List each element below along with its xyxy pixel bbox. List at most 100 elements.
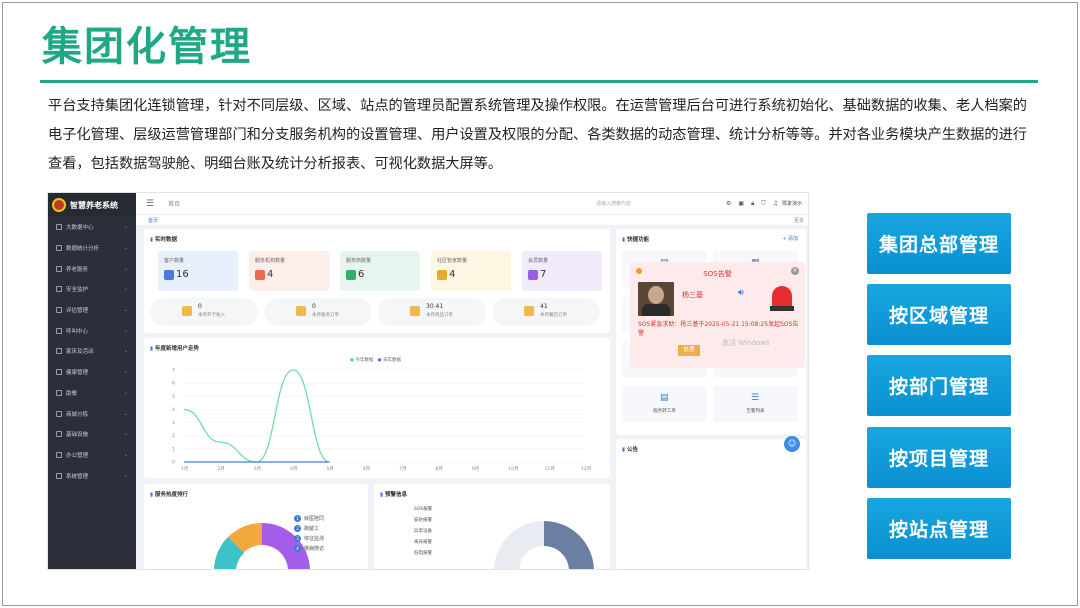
top-bar: ☰ 首页 请输入搜索内容 ⚙ ▣ 🔒︎ ⛉ ♫ ⛶ 陈家演示 <box>136 193 808 215</box>
sidebar-item-label: 养老服务 <box>66 266 89 273</box>
x-tick-label: 3月 <box>254 466 261 472</box>
settings-icon[interactable]: ⚙ <box>726 200 731 208</box>
management-mode-button[interactable]: 按站点管理 <box>867 497 1011 559</box>
stat-tile[interactable]: 客户数量 16 <box>158 251 238 291</box>
stat-value: 4 <box>267 269 274 280</box>
stat-icon <box>528 270 538 280</box>
chevron-down-icon: ⌄ <box>123 348 128 355</box>
sidebar-item[interactable]: 商城分拣 ⌄ <box>48 403 136 424</box>
sidebar-item-label: 大数据中心 <box>66 225 94 232</box>
stat-icon <box>437 270 447 280</box>
handle-button[interactable]: 处理 <box>678 345 700 356</box>
rank-badge: 4 <box>294 545 301 552</box>
chevron-down-icon: ⌄ <box>123 389 128 396</box>
donut-slice <box>544 521 594 569</box>
hot-legend-label: 跑腿工 <box>304 526 320 532</box>
chevron-down-icon: ⌄ <box>123 224 128 231</box>
trend-chart: 0 1 2 3 4 5 6 7 1月 2月 3月 4月 5月 6月 7月 8月 9月 10月 11月 12月 <box>172 368 591 473</box>
hot-legend-item: 2 跑腿工 <box>294 524 324 534</box>
management-mode-button[interactable]: 按项目管理 <box>867 426 1011 488</box>
stat-value: 7 <box>540 269 547 280</box>
rank-badge: 2 <box>294 525 301 532</box>
stat-tile[interactable]: 服务商数量 6 <box>340 251 420 291</box>
sidebar-item[interactable]: 办公管理 ⌄ <box>48 445 136 466</box>
sidebar-item-label: 健康管理 <box>66 370 89 377</box>
sidebar-item-label: 商城分拣 <box>66 411 89 418</box>
bell-icon[interactable]: ♫ <box>773 200 778 208</box>
shield-icon[interactable]: ⛉ <box>761 200 766 208</box>
sos-name: 杨三基 <box>682 291 703 299</box>
management-mode-button[interactable]: 按部门管理 <box>867 355 1011 417</box>
screen-icon[interactable]: ▣ <box>738 200 744 208</box>
chevron-down-icon: ⌄ <box>123 410 128 417</box>
search-input[interactable]: 请输入搜索内容 <box>596 200 631 207</box>
sidebar-item[interactable]: 助餐 ⌄ <box>48 383 136 404</box>
sidebar-item[interactable]: 基础设施 ⌄ <box>48 424 136 445</box>
chevron-down-icon: ⌄ <box>123 451 128 458</box>
stat-tile[interactable]: 会员数量 7 <box>522 251 602 291</box>
hot-legend-label: 慢病随访 <box>304 546 325 552</box>
menu-item-icon <box>56 389 62 396</box>
tag-home[interactable]: 首页 <box>148 217 158 224</box>
close-icon[interactable]: × <box>791 267 799 275</box>
y-tick-label: 0 <box>172 460 175 466</box>
management-mode-button[interactable]: 按区域管理 <box>867 284 1011 346</box>
menu-item-icon <box>56 245 62 252</box>
warning-icon <box>636 268 642 274</box>
sidebar-item-label: 办公管理 <box>66 452 89 459</box>
summary-label: 本月餐饮订单 <box>540 313 567 318</box>
summary-pill[interactable]: 0 本月开卡收入 <box>150 298 258 326</box>
summary-icon <box>524 306 534 316</box>
sidebar-item-label: 基础设施 <box>66 432 89 439</box>
sidebar-item[interactable]: 系统管理 ⌄ <box>48 465 136 486</box>
series-line <box>183 369 330 463</box>
sidebar-item[interactable]: 呼叫中心 ⌄ <box>48 320 136 341</box>
sidebar-item-label: 安全监护 <box>66 287 89 294</box>
menu-item-icon <box>56 265 62 272</box>
sidebar-item[interactable]: 安全监护 ⌄ <box>48 279 136 300</box>
sidebar-item-label: 家床及活动 <box>66 349 94 356</box>
robot-icon[interactable]: ☺ <box>784 436 800 452</box>
title-divider <box>40 80 1038 83</box>
sidebar-item-label: 呼叫中心 <box>66 328 89 335</box>
x-tick-label: 10月 <box>508 466 518 472</box>
rank-badge: 3 <box>294 535 301 542</box>
stat-tile[interactable]: 社区管家数量 4 <box>431 251 511 291</box>
summary-value: 0 <box>198 303 202 310</box>
menu-item-icon <box>56 307 62 314</box>
quick-item[interactable]: ☰ 告警列表 <box>713 386 798 422</box>
lock-icon[interactable]: 🔒︎ <box>751 200 754 208</box>
sidebar-item[interactable]: 大数据中心 ⌄ <box>48 217 136 238</box>
menu-toggle-icon[interactable]: ☰ <box>146 199 154 209</box>
quick-add-button[interactable]: + 添加 <box>782 235 798 242</box>
user-menu[interactable]: 陈家演示 <box>782 200 802 207</box>
x-tick-label: 11月 <box>545 466 555 472</box>
sidebar-item-label: 评估管理 <box>66 308 89 315</box>
breadcrumb[interactable]: 首页 <box>168 199 180 208</box>
summary-pill[interactable]: 0 本月服务订单 <box>264 298 372 326</box>
stat-value: 6 <box>358 269 365 280</box>
stat-icon <box>164 270 174 280</box>
x-tick-label: 8月 <box>436 466 443 472</box>
tag-more[interactable]: 更多 <box>794 217 804 224</box>
sidebar-item[interactable]: 养老服务 ⌄ <box>48 258 136 279</box>
summary-pill[interactable]: 41 本月餐饮订单 <box>492 298 600 326</box>
sidebar-item[interactable]: 评估管理 ⌄ <box>48 300 136 321</box>
sos-title: SOS告警 <box>703 270 732 278</box>
stat-tile[interactable]: 服务机构数量 4 <box>249 251 329 291</box>
stat-icon <box>346 270 356 280</box>
sidebar-item[interactable]: 家床及活动 ⌄ <box>48 341 136 362</box>
x-tick-label: 4月 <box>290 466 297 472</box>
speaker-icon[interactable]: 🔊︎ <box>738 288 744 298</box>
sos-message: SOS紧急求助：杨三基于2025-05-21 15:08:25发起SOS告警 <box>638 321 799 337</box>
avatar <box>638 282 674 316</box>
chevron-down-icon: ⌄ <box>123 472 128 479</box>
sidebar-item[interactable]: 健康管理 ⌄ <box>48 362 136 383</box>
sos-popup: SOS告警 × 杨三基 🔊︎ SOS紧急求助：杨三基于2025-05-21 15… <box>630 262 805 368</box>
summary-value: 41 <box>540 303 548 310</box>
sidebar-item[interactable]: 数据统计分析 ⌄ <box>48 238 136 259</box>
quick-item[interactable]: ▤ 服务转工单 <box>622 386 707 422</box>
summary-icon <box>182 306 192 316</box>
management-mode-button[interactable]: 集团总部管理 <box>867 213 1011 274</box>
summary-pill[interactable]: 30.41 本月商品订单 <box>378 298 486 326</box>
